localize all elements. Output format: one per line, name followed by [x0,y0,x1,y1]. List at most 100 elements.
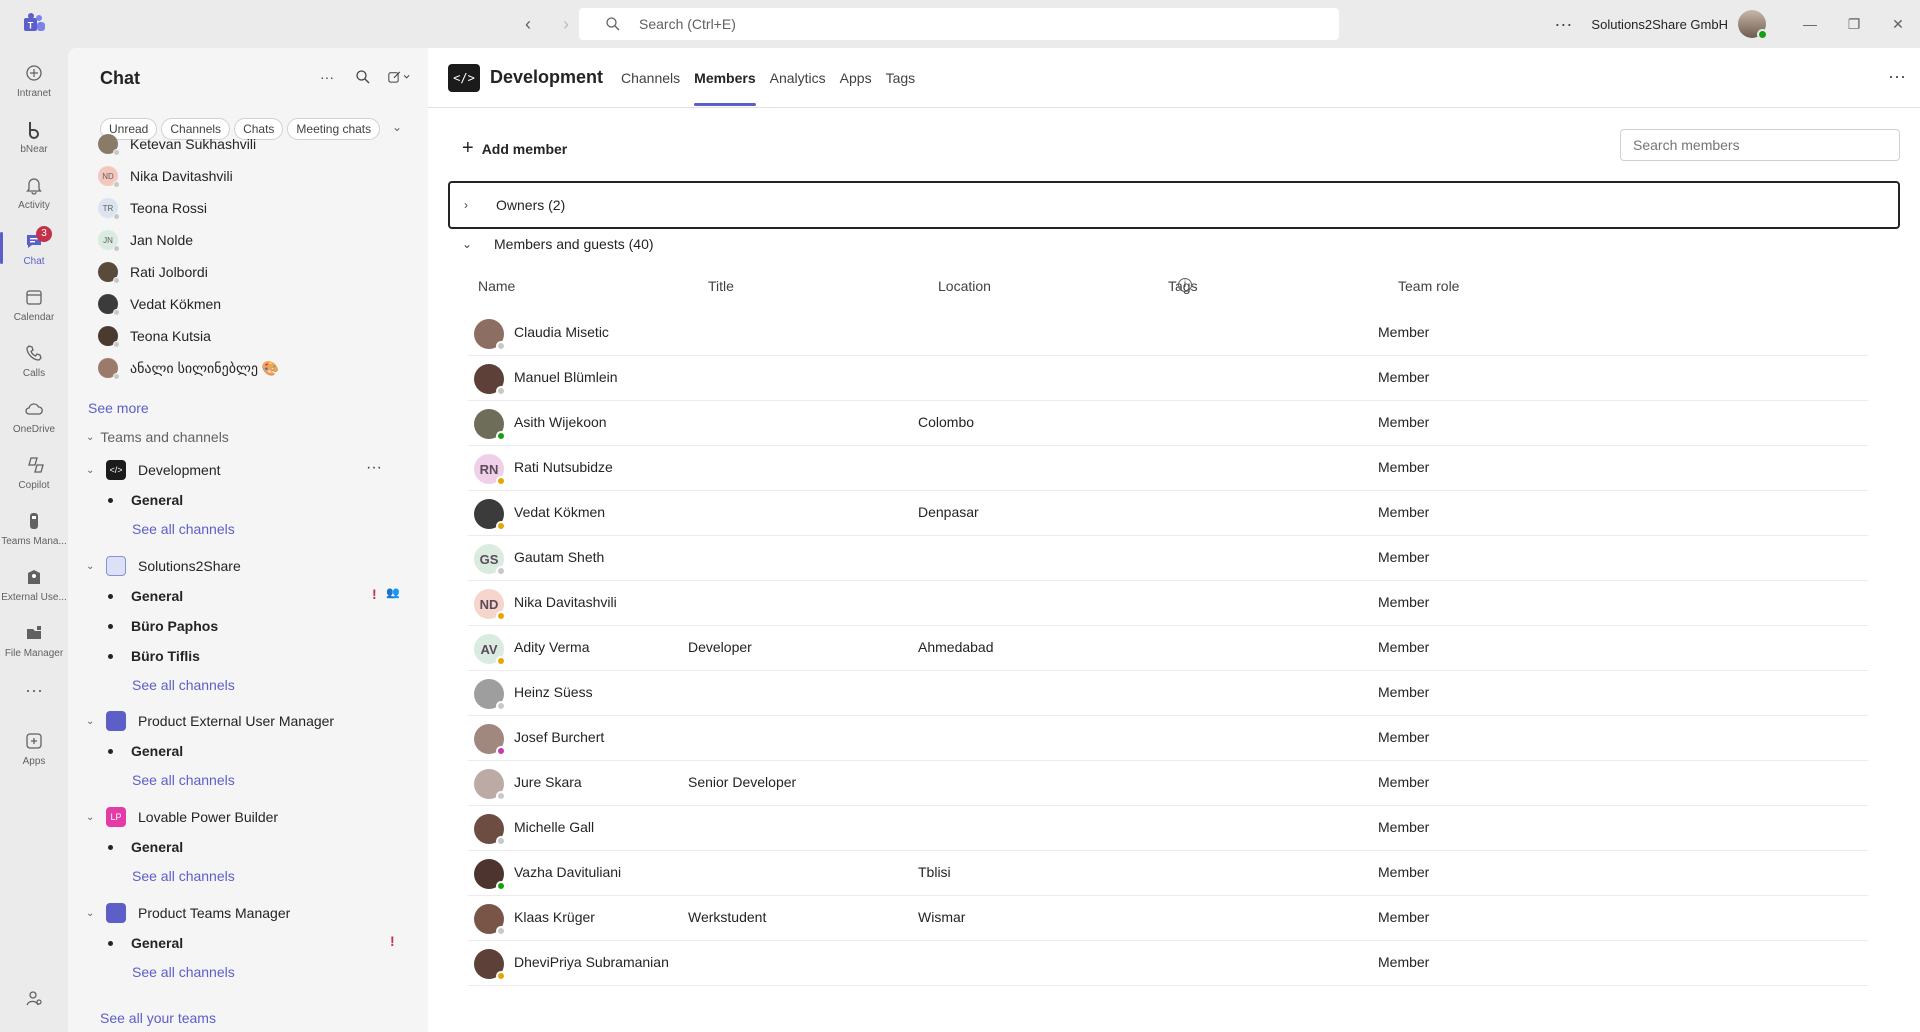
table-row[interactable]: Vedat Kökmen Denpasar Member [468,491,1868,536]
member-team-role[interactable]: Member [1378,864,1429,880]
see-all-channels-link[interactable]: See all channels [132,677,235,693]
channel-item[interactable]: Büro Tiflis [108,643,200,669]
chat-list-item[interactable]: ანალი სილინებლე 🎨 [98,352,279,384]
rail-external-user[interactable]: External Use... [0,556,68,612]
filter-meeting-chats[interactable]: Meeting chats [287,118,381,140]
table-row[interactable]: Claudia Misetic Member [468,311,1868,356]
member-team-role[interactable]: Member [1378,954,1429,970]
rail-onedrive[interactable]: OneDrive [0,388,68,444]
rail-copilot[interactable]: Copilot [0,444,68,500]
owners-group-toggle[interactable]: › Owners (2) [448,181,1900,229]
avatar[interactable] [474,814,506,846]
table-row[interactable]: Michelle Gall Member [468,806,1868,851]
avatar[interactable] [474,319,506,351]
chevron-down-icon[interactable]: ⌄ [392,120,402,134]
table-row[interactable]: Jure Skara Senior Developer Member [468,761,1868,806]
rail-intranet[interactable]: Intranet [0,52,68,108]
column-location[interactable]: Location [938,278,991,294]
avatar[interactable] [474,949,506,981]
new-chat-icon[interactable] [388,66,410,88]
team-item[interactable]: ⌄ LP Lovable Power Builder [86,804,278,830]
settings-more-icon[interactable]: ··· [1547,14,1579,35]
avatar[interactable]: AV [474,634,506,666]
org-name[interactable]: Solutions2Share GmbH [1591,17,1728,32]
channel-item[interactable]: General [108,930,183,956]
member-team-role[interactable]: Member [1378,414,1429,430]
avatar[interactable] [474,679,506,711]
rail-bnear[interactable]: bNear [0,108,68,164]
table-row[interactable]: ND Nika Davitashvili Member [468,581,1868,626]
more-options-icon[interactable]: ··· [1888,66,1906,87]
rail-activity[interactable]: Activity [0,164,68,220]
member-team-role[interactable]: Member [1378,459,1429,475]
member-team-role[interactable]: Member [1378,504,1429,520]
member-team-role[interactable]: Member [1378,819,1429,835]
search-input[interactable]: Search (Ctrl+E) [579,8,1339,40]
member-team-role[interactable]: Member [1378,324,1429,340]
add-member-button[interactable]: + Add member [462,137,567,160]
avatar[interactable] [474,364,506,396]
member-team-role[interactable]: Member [1378,549,1429,565]
team-more-options-icon[interactable]: ··· [366,459,382,477]
column-team-role[interactable]: Team role [1398,278,1459,294]
chat-list-item[interactable]: ND Nika Davitashvili [98,160,233,192]
rail-apps[interactable]: Apps [0,720,68,776]
table-row[interactable]: GS Gautam Sheth Member [468,536,1868,581]
table-row[interactable]: AV Adity Verma Developer Ahmedabad Member [468,626,1868,671]
see-more-link[interactable]: See more [88,400,149,416]
member-team-role[interactable]: Member [1378,639,1429,655]
table-row[interactable]: Heinz Süess Member [468,671,1868,716]
restore-icon[interactable]: ❐ [1832,16,1876,33]
member-team-role[interactable]: Member [1378,594,1429,610]
chat-list-item[interactable]: Ketevan Sukhashvili [98,128,256,160]
rail-chat[interactable]: 3 Chat [0,220,68,276]
channel-item[interactable]: General [108,738,183,764]
profile-avatar[interactable] [1738,10,1768,40]
forward-arrow-icon[interactable]: › [554,12,578,36]
member-team-role[interactable]: Member [1378,684,1429,700]
channel-item[interactable]: Büro Paphos [108,613,218,639]
search-icon[interactable] [352,66,374,88]
team-item[interactable]: ⌄ Product External User Manager [86,708,334,734]
minimize-icon[interactable]: — [1788,16,1832,32]
avatar[interactable]: GS [474,544,506,576]
column-title[interactable]: Title [708,278,734,294]
tab-apps[interactable]: Apps [833,48,879,108]
column-name[interactable]: Name [478,278,515,294]
table-row[interactable]: Manuel Blümlein Member [468,356,1868,401]
rail-file-manager[interactable]: File Manager [0,612,68,668]
see-all-channels-link[interactable]: See all channels [132,964,235,980]
avatar[interactable] [474,499,506,531]
tab-analytics[interactable]: Analytics [763,48,833,108]
avatar[interactable] [474,724,506,756]
tab-tags[interactable]: Tags [879,48,923,108]
members-group-toggle[interactable]: ⌄ Members and guests (40) [462,236,654,252]
teams-logo-icon[interactable]: T [20,12,46,36]
rail-help[interactable] [0,972,68,1028]
rail-calls[interactable]: Calls [0,332,68,388]
close-icon[interactable]: ✕ [1876,16,1920,33]
member-team-role[interactable]: Member [1378,369,1429,385]
member-team-role[interactable]: Member [1378,729,1429,745]
avatar[interactable]: ND [474,589,506,621]
info-icon[interactable]: i [1178,278,1192,292]
rail-more[interactable]: ··· [0,664,68,720]
rail-teams-manager[interactable]: Teams Mana... [0,500,68,556]
avatar[interactable]: RN [474,454,506,486]
table-row[interactable]: RN Rati Nutsubidze Member [468,446,1868,491]
channel-item[interactable]: General [108,834,183,860]
tab-members[interactable]: Members [687,48,762,108]
channel-item[interactable]: General [108,487,183,513]
chat-list-item[interactable]: Teona Kutsia [98,320,211,352]
table-row[interactable]: Klaas Krüger Werkstudent Wismar Member [468,896,1868,941]
chat-list-item[interactable]: JN Jan Nolde [98,224,193,256]
see-all-channels-link[interactable]: See all channels [132,521,235,537]
tab-channels[interactable]: Channels [614,48,687,108]
avatar[interactable] [474,859,506,891]
chat-list-item[interactable]: TR Teona Rossi [98,192,207,224]
chat-list-item[interactable]: Rati Jolbordi [98,256,208,288]
table-row[interactable]: Josef Burchert Member [468,716,1868,761]
table-row[interactable]: Vazha Davituliani Tblisi Member [468,851,1868,896]
teams-section-header[interactable]: ⌄ Teams and channels [86,429,229,445]
member-team-role[interactable]: Member [1378,774,1429,790]
